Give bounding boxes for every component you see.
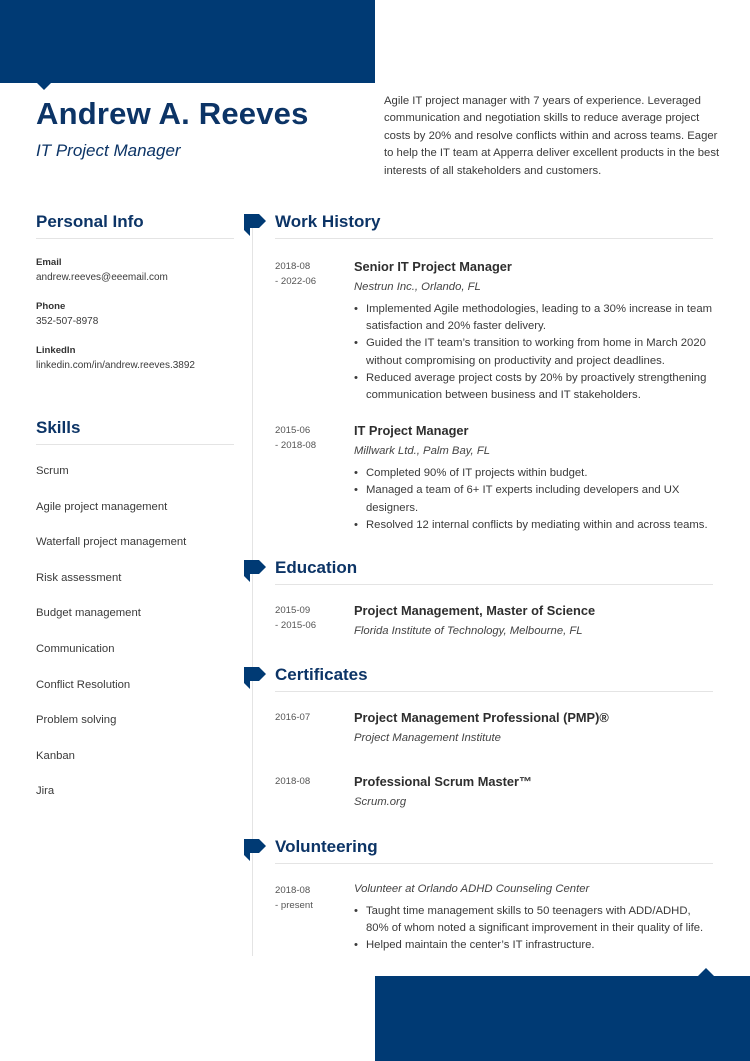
section-flag-icon [244, 667, 266, 689]
work-entry: 2015-06 - 2018-08 IT Project Manager Mil… [275, 423, 713, 534]
date-end: - 2015-06 [275, 620, 317, 631]
date-start: 2018-08 [275, 885, 311, 896]
phone-value: 352-507-8978 [36, 316, 99, 327]
volunteering-section: Volunteering 2018-08 - present Volunteer… [244, 837, 713, 955]
skills-header: Skills [36, 418, 234, 445]
section-title: Volunteering [275, 837, 378, 856]
skill-item: Kanban [36, 749, 75, 762]
work-entry: 2018-08 - 2022-06 Senior IT Project Mana… [275, 259, 713, 404]
date-start: 2015-09 [275, 605, 311, 616]
candidate-title: IT Project Manager [36, 141, 181, 160]
skill-item: Conflict Resolution [36, 678, 131, 691]
date-end: - present [275, 900, 313, 911]
bullet-item: Resolved 12 internal conflicts by mediat… [354, 517, 713, 534]
bullet-item: Completed 90% of IT projects within budg… [354, 465, 713, 482]
bullet-list: Taught time management skills to 50 teen… [354, 903, 713, 955]
entry-body: IT Project Manager Millwark Ltd., Palm B… [354, 423, 713, 534]
certificate-issuer: Scrum.org [354, 796, 407, 808]
skill-item: Risk assessment [36, 571, 122, 584]
date-start: 2015-06 [275, 425, 311, 437]
phone-block: Phone 352-507-8978 [36, 301, 234, 327]
bullet-item: Implemented Agile methodologies, leading… [354, 301, 713, 335]
section-flag-icon [244, 839, 266, 861]
skill-item: Communication [36, 642, 115, 655]
candidate-name: Andrew A. Reeves [36, 96, 309, 131]
summary: Agile IT project manager with 7 years of… [384, 95, 720, 177]
job-role: Senior IT Project Manager [354, 259, 512, 274]
entry-date: 2018-08 [275, 776, 311, 787]
entry-body: Project Management Professional (PMP)® P… [354, 710, 713, 744]
section-title: Personal Info [36, 212, 144, 231]
work-history-section: Work History 2018-08 - 2022-06 Senior IT… [244, 212, 713, 534]
section-title: Work History [275, 212, 381, 231]
entry-body: Senior IT Project Manager Nestrun Inc., … [354, 259, 713, 404]
entry-date: 2016-07 [275, 712, 311, 723]
volunteer-entry: 2018-08 - present Volunteer at Orlando A… [275, 883, 713, 955]
degree: Project Management, Master of Science [354, 603, 596, 618]
section-title: Certificates [275, 665, 368, 684]
footer-notch [698, 968, 714, 976]
skill-item: Waterfall project management [36, 536, 187, 549]
bullet-item: Taught time management skills to 50 teen… [354, 903, 713, 937]
entry-body: Professional Scrum Master™ Scrum.org [354, 774, 713, 808]
certificate-entry: 2016-07 Project Management Professional … [275, 710, 713, 744]
linkedin-block: LinkedIn linkedin.com/in/andrew.reeves.3… [36, 345, 234, 371]
bullet-item: Managed a team of 6+ IT experts includin… [354, 482, 713, 516]
section-divider [275, 238, 713, 239]
entry-date: 2018-08 - present [275, 883, 345, 913]
personal-info-section: Personal Info Email andrew.reeves@eeemai… [36, 212, 234, 371]
email-label: Email [36, 257, 62, 268]
date-end: - 2022-06 [275, 276, 317, 287]
skill-item: Problem solving [36, 714, 117, 727]
section-title: Skills [36, 418, 81, 437]
entry-date: 2018-08 - 2022-06 [275, 259, 345, 289]
entry-body: Volunteer at Orlando ADHD Counseling Cen… [354, 883, 713, 955]
company: Nestrun Inc., Orlando, FL [354, 281, 481, 293]
entry-date: 2015-06 - 2018-08 [275, 423, 345, 453]
company: Millwark Ltd., Palm Bay, FL [354, 445, 491, 458]
section-title: Education [275, 558, 358, 577]
section-divider [275, 863, 713, 864]
phone-label: Phone [36, 301, 66, 312]
email-block: Email andrew.reeves@eeemail.com [36, 257, 234, 283]
header-band [0, 0, 375, 83]
skill-item: Scrum [36, 465, 69, 477]
education-section: Education 2015-09 - 2015-06 Project Mana… [244, 558, 713, 637]
bullet-item: Reduced average project costs by 20% by … [354, 370, 713, 404]
entry-body: Project Management, Master of Science Fl… [354, 603, 713, 637]
date-end: - 2018-08 [275, 440, 317, 452]
section-divider [275, 691, 713, 692]
entry-date: 2015-09 - 2015-06 [275, 603, 345, 633]
footer-band [375, 976, 750, 1061]
skill-item: Jira [36, 785, 55, 798]
section-flag-icon [244, 560, 266, 582]
bullet-item: Helped maintain the center’s IT infrastr… [354, 937, 713, 954]
section-divider [36, 238, 234, 239]
certificates-section: Certificates 2016-07 Project Management … [244, 665, 713, 808]
certificate-issuer: Project Management Institute [354, 732, 501, 744]
skill-item: Agile project management [36, 500, 168, 513]
date-start: 2018-08 [275, 261, 311, 272]
skill-item: Budget management [36, 607, 141, 620]
job-role: IT Project Manager [354, 423, 469, 439]
linkedin-label: LinkedIn [36, 345, 76, 356]
section-divider [36, 444, 234, 445]
school: Florida Institute of Technology, Melbour… [354, 625, 583, 637]
certificate-name: Professional Scrum Master™ [354, 774, 532, 789]
skills-list: Scrum Agile project management Waterfall… [36, 463, 186, 819]
bullet-list: Completed 90% of IT projects within budg… [354, 465, 713, 534]
section-divider [275, 584, 713, 585]
volunteer-role: Volunteer at Orlando ADHD Counseling Cen… [354, 883, 590, 895]
bullet-list: Implemented Agile methodologies, leading… [354, 301, 713, 404]
certificate-name: Project Management Professional (PMP)® [354, 710, 609, 725]
email-value[interactable]: andrew.reeves@eeemail.com [36, 272, 234, 283]
linkedin-value[interactable]: linkedin.com/in/andrew.reeves.3892 [36, 360, 234, 371]
header-notch [36, 82, 52, 90]
certificate-entry: 2018-08 Professional Scrum Master™ Scrum… [275, 774, 713, 808]
education-entry: 2015-09 - 2015-06 Project Management, Ma… [275, 603, 713, 637]
bullet-item: Guided the IT team’s transition to worki… [354, 335, 713, 369]
section-flag-icon [244, 214, 266, 236]
